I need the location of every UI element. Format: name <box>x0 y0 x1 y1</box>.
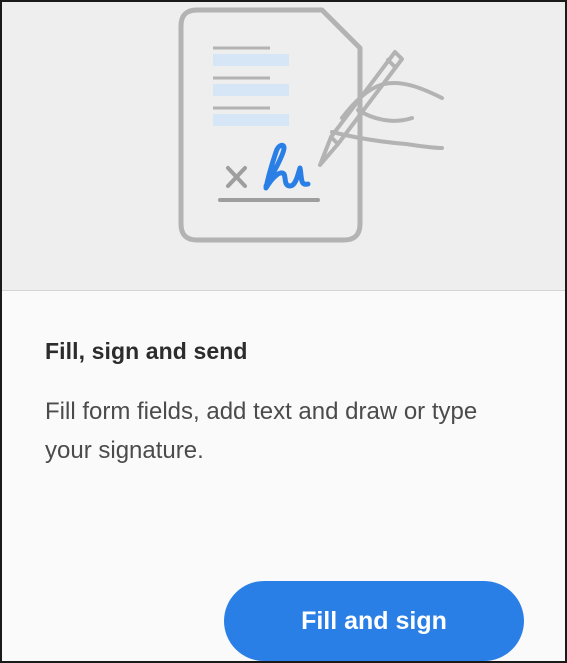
signature-scribble <box>263 142 311 191</box>
document-sign-icon <box>178 7 444 243</box>
text-line-highlight-1 <box>213 54 289 66</box>
fill-and-sign-button[interactable]: Fill and sign <box>224 581 524 661</box>
card-title: Fill, sign and send <box>45 338 248 364</box>
text-line-highlight-2 <box>213 84 289 96</box>
illustration-panel <box>2 2 565 291</box>
text-line-highlight-3 <box>213 114 289 126</box>
card-description: Fill form fields, add text and draw or t… <box>45 398 478 464</box>
fill-sign-card: Fill, sign and send Fill form fields, ad… <box>0 0 567 663</box>
